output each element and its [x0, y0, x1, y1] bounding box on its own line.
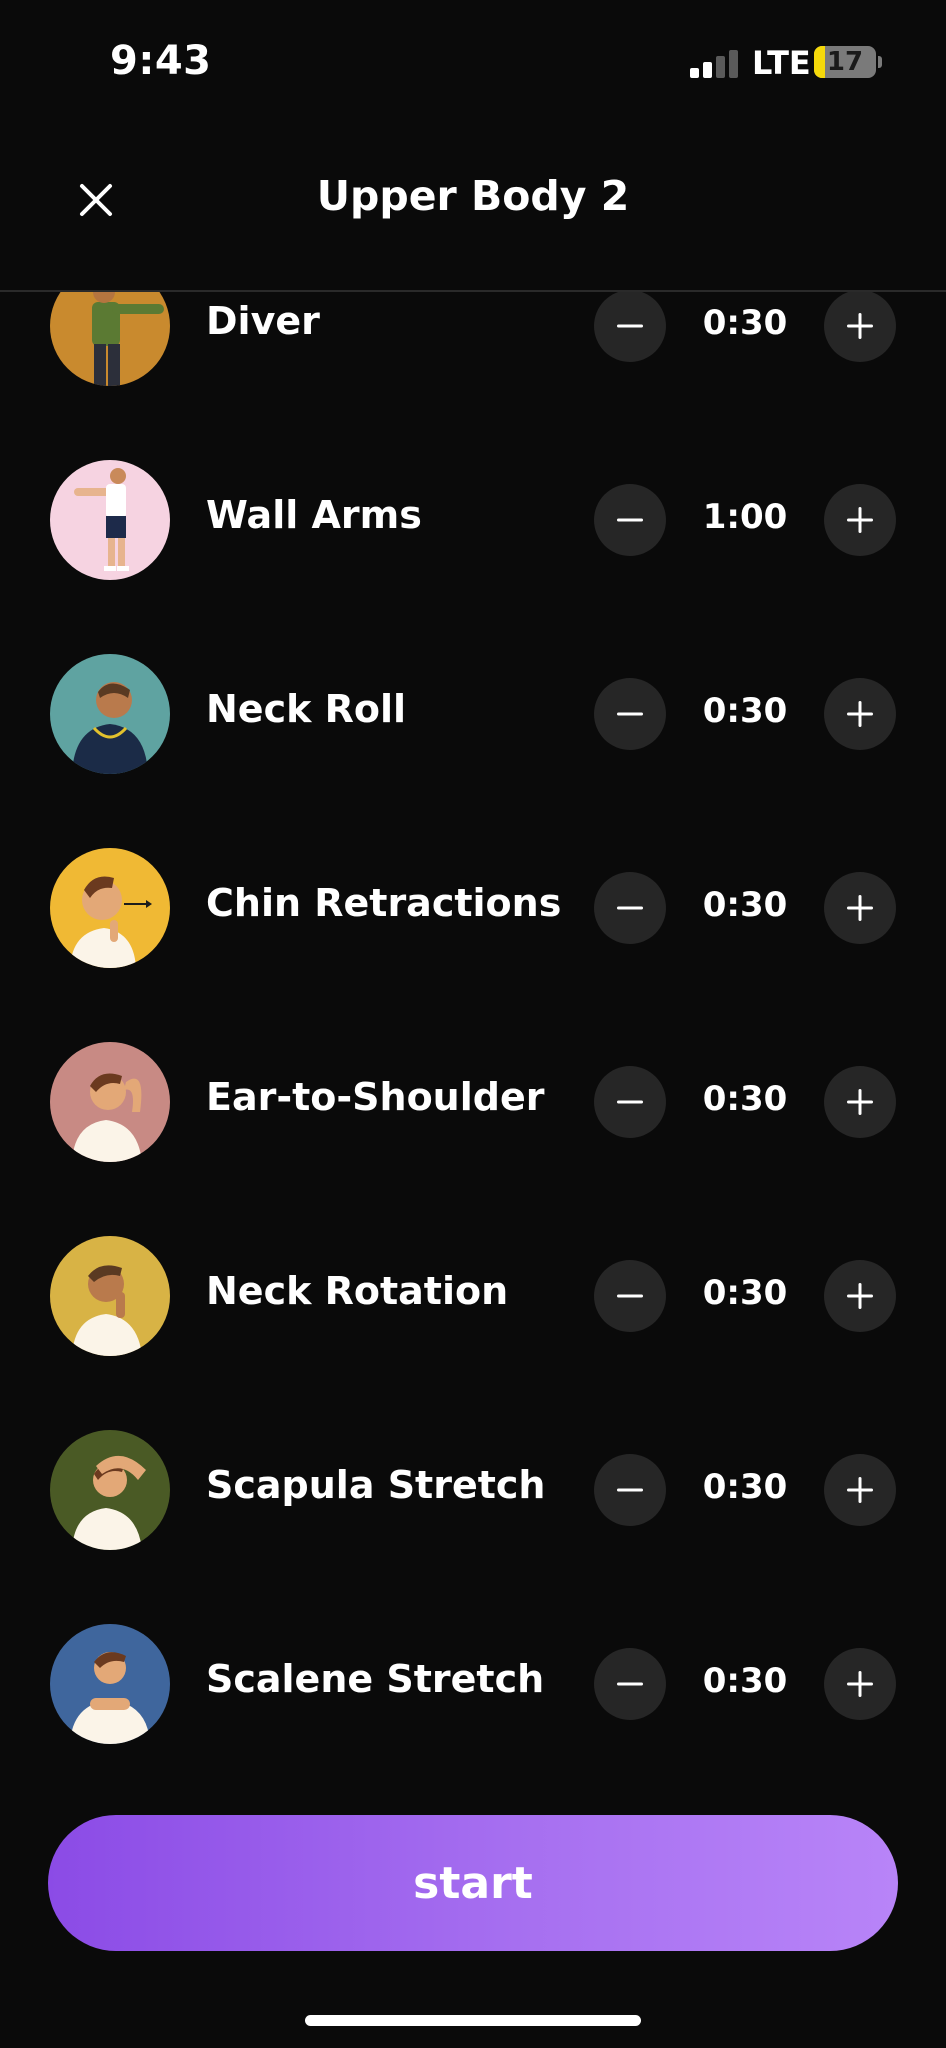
- network-type: LTE: [752, 44, 811, 82]
- increase-duration-button[interactable]: [824, 1066, 896, 1138]
- exercise-row: Diver 0:30: [0, 292, 946, 423]
- plus-icon: [847, 1477, 873, 1503]
- exercise-row: Scalene Stretch 0:30: [0, 1587, 946, 1762]
- home-indicator[interactable]: [305, 2015, 641, 2026]
- cellular-signal-icon: [690, 48, 740, 78]
- decrease-duration-button[interactable]: [594, 1066, 666, 1138]
- battery-percent: 17: [826, 47, 864, 77]
- exercise-duration: 1:00: [702, 497, 788, 537]
- exercise-list[interactable]: Diver 0:30 Wall Arms 1:00 Neck Roll 0:30…: [0, 292, 946, 1762]
- increase-duration-button[interactable]: [824, 872, 896, 944]
- exercise-name: Scapula Stretch: [206, 1463, 546, 1507]
- plus-icon: [847, 1089, 873, 1115]
- exercise-name: Ear-to-Shoulder: [206, 1075, 545, 1119]
- exercise-thumbnail: [50, 1430, 170, 1550]
- decrease-duration-button[interactable]: [594, 1260, 666, 1332]
- status-time: 9:43: [110, 38, 212, 84]
- increase-duration-button[interactable]: [824, 1260, 896, 1332]
- exercise-name: Wall Arms: [206, 493, 422, 537]
- increase-duration-button[interactable]: [824, 484, 896, 556]
- decrease-duration-button[interactable]: [594, 484, 666, 556]
- minus-icon: [617, 1294, 643, 1298]
- exercise-row: Neck Roll 0:30: [0, 617, 946, 811]
- decrease-duration-button[interactable]: [594, 292, 666, 362]
- minus-icon: [617, 324, 643, 328]
- exercise-duration: 0:30: [702, 1467, 788, 1507]
- battery-terminal: [878, 56, 882, 68]
- exercise-duration: 0:30: [702, 1273, 788, 1313]
- start-button[interactable]: start: [48, 1815, 898, 1951]
- exercise-duration: 0:30: [702, 1079, 788, 1119]
- exercise-row: Wall Arms 1:00: [0, 423, 946, 617]
- exercise-duration: 0:30: [702, 885, 788, 925]
- exercise-thumbnail: [50, 654, 170, 774]
- exercise-duration: 0:30: [702, 691, 788, 731]
- minus-icon: [617, 906, 643, 910]
- exercise-thumbnail: [50, 1236, 170, 1356]
- plus-icon: [847, 895, 873, 921]
- exercise-name: Diver: [206, 299, 320, 343]
- plus-icon: [847, 1283, 873, 1309]
- header: Upper Body 2: [0, 140, 946, 290]
- exercise-thumbnail: [50, 848, 170, 968]
- exercise-row: Ear-to-Shoulder 0:30: [0, 1005, 946, 1199]
- decrease-duration-button[interactable]: [594, 1648, 666, 1720]
- plus-icon: [847, 507, 873, 533]
- exercise-thumbnail: [50, 1042, 170, 1162]
- minus-icon: [617, 712, 643, 716]
- exercise-name: Scalene Stretch: [206, 1657, 545, 1701]
- exercise-thumbnail: [50, 1624, 170, 1744]
- decrease-duration-button[interactable]: [594, 872, 666, 944]
- exercise-thumbnail: [50, 292, 170, 386]
- plus-icon: [847, 701, 873, 727]
- exercise-name: Chin Retractions: [206, 881, 562, 925]
- plus-icon: [847, 1671, 873, 1697]
- plus-icon: [847, 313, 873, 339]
- exercise-thumbnail: [50, 460, 170, 580]
- exercise-duration: 0:30: [702, 303, 788, 343]
- page-title: Upper Body 2: [316, 172, 630, 220]
- decrease-duration-button[interactable]: [594, 678, 666, 750]
- minus-icon: [617, 1100, 643, 1104]
- battery-icon: 17: [814, 46, 876, 78]
- increase-duration-button[interactable]: [824, 1454, 896, 1526]
- increase-duration-button[interactable]: [824, 678, 896, 750]
- status-bar: 9:43 LTE 17: [0, 0, 946, 120]
- decrease-duration-button[interactable]: [594, 1454, 666, 1526]
- minus-icon: [617, 518, 643, 522]
- increase-duration-button[interactable]: [824, 292, 896, 362]
- increase-duration-button[interactable]: [824, 1648, 896, 1720]
- exercise-name: Neck Roll: [206, 687, 407, 731]
- start-button-label: start: [413, 1857, 533, 1909]
- exercise-row: Scapula Stretch 0:30: [0, 1393, 946, 1587]
- minus-icon: [617, 1682, 643, 1686]
- minus-icon: [617, 1488, 643, 1492]
- exercise-duration: 0:30: [702, 1661, 788, 1701]
- exercise-row: Chin Retractions 0:30: [0, 811, 946, 1005]
- exercise-name: Neck Rotation: [206, 1269, 509, 1313]
- exercise-row: Neck Rotation 0:30: [0, 1199, 946, 1393]
